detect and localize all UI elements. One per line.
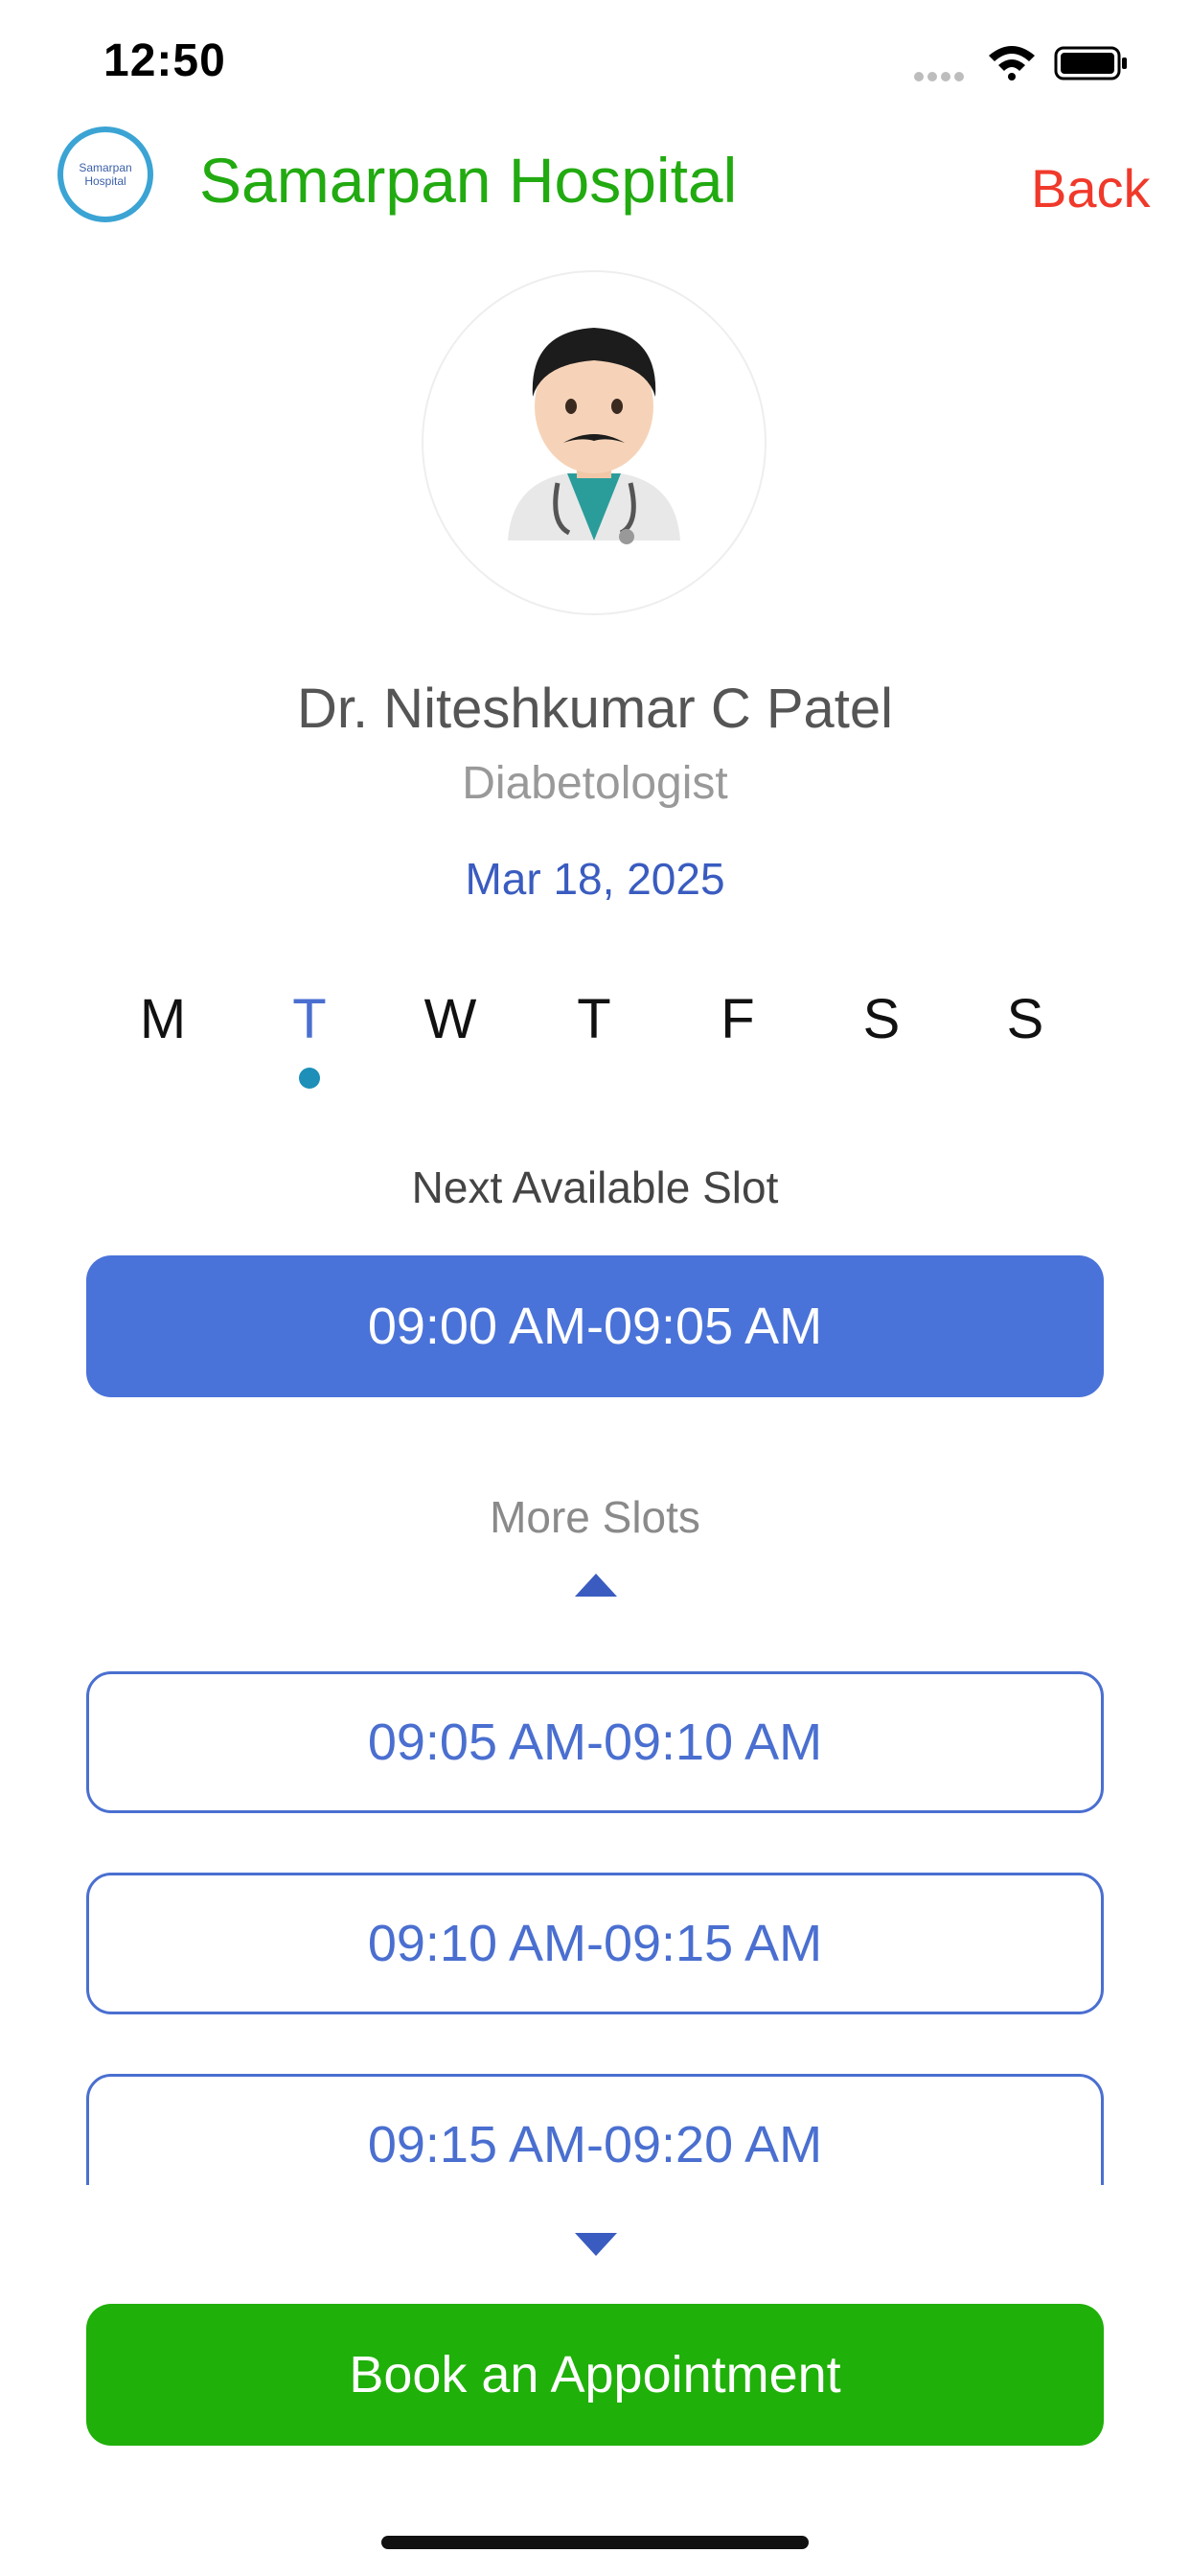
next-slot-label: Next Available Slot (411, 1162, 779, 1212)
day-friday[interactable]: F (690, 987, 786, 1051)
more-slots-label: More Slots (490, 1492, 700, 1542)
home-indicator[interactable] (381, 2536, 809, 2549)
selected-day-indicator (299, 1068, 320, 1089)
day-tuesday[interactable]: T (262, 987, 357, 1051)
logo-text-line1: Samarpan (79, 161, 132, 174)
slot-button[interactable]: 09:10 AM-09:15 AM (86, 1873, 1104, 2014)
battery-icon (1054, 46, 1127, 80)
doctor-avatar (422, 270, 767, 615)
day-sunday[interactable]: S (977, 987, 1073, 1051)
wifi-icon (989, 46, 1035, 80)
doctor-name: Dr. Niteshkumar C Patel (296, 678, 894, 740)
day-monday[interactable]: M (115, 987, 211, 1051)
hospital-logo: Samarpan Hospital (57, 126, 153, 222)
next-slot-button[interactable]: 09:00 AM-09:05 AM (86, 1255, 1104, 1397)
slot-button[interactable]: 09:15 AM-09:20 AM (86, 2074, 1104, 2185)
day-wednesday[interactable]: W (402, 987, 498, 1051)
slot-button[interactable]: 09:05 AM-09:10 AM (86, 1671, 1104, 1813)
selected-date[interactable]: Mar 18, 2025 (0, 853, 1190, 905)
scroll-down-arrow-icon[interactable] (575, 2233, 617, 2256)
doctor-specialty: Diabetologist (462, 758, 728, 809)
slot-list[interactable]: 09:05 AM-09:10 AM 09:10 AM-09:15 AM 09:1… (86, 1671, 1104, 2185)
hospital-title: Samarpan Hospital (199, 145, 738, 216)
book-appointment-button[interactable]: Book an Appointment (86, 2304, 1104, 2446)
back-button[interactable]: Back (1031, 157, 1151, 219)
day-saturday[interactable]: S (834, 987, 929, 1051)
status-time: 12:50 (103, 35, 226, 86)
cellular-signal-icon (914, 69, 970, 81)
day-thursday[interactable]: T (546, 987, 642, 1051)
scroll-up-arrow-icon[interactable] (575, 1574, 617, 1597)
doctor-avatar-icon (508, 328, 680, 544)
logo-text-line2: Hospital (84, 174, 126, 188)
